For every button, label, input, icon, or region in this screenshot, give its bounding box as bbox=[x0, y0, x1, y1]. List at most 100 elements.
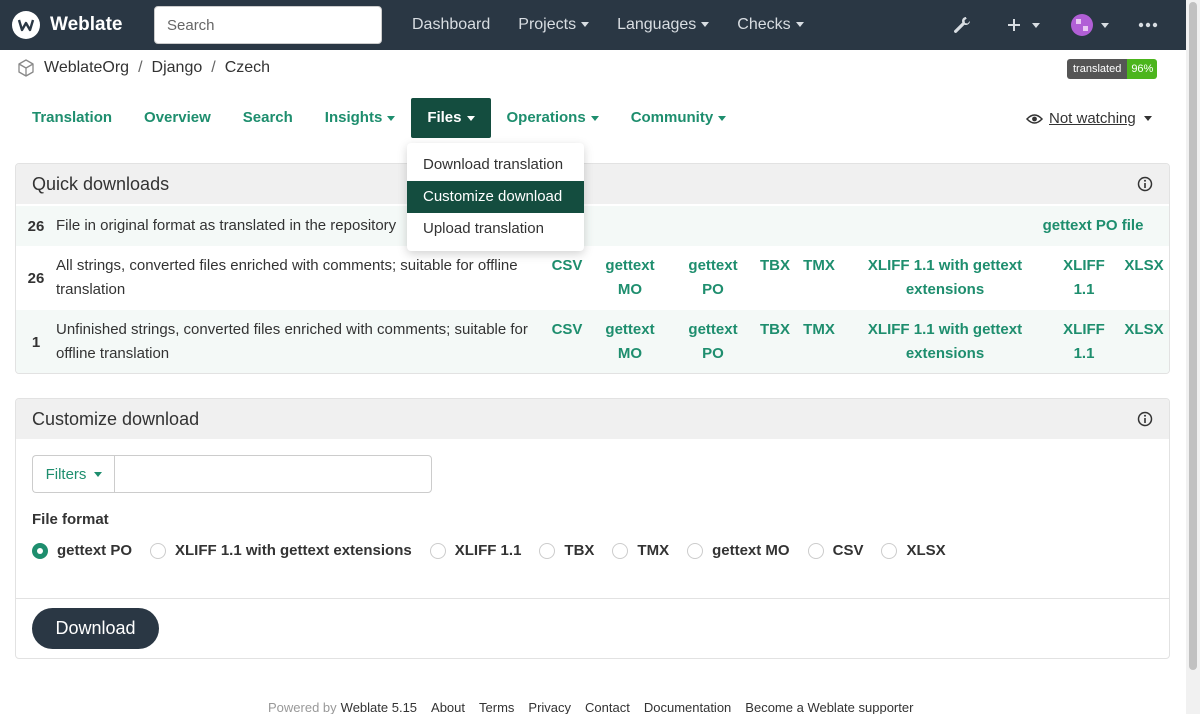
radio-button[interactable] bbox=[612, 542, 629, 559]
breadcrumb-project-group[interactable]: WeblateOrg bbox=[44, 59, 129, 77]
download-link-xliff-gettext[interactable]: XLIFF 1.1 with gettext extensions bbox=[866, 254, 1024, 302]
footer-supporter-link[interactable]: Become a Weblate supporter bbox=[745, 700, 913, 714]
search-input[interactable] bbox=[154, 6, 382, 44]
tab-search[interactable]: Search bbox=[227, 98, 309, 138]
tab-community-label: Community bbox=[630, 109, 714, 126]
footer-version-link[interactable]: Weblate 5.15 bbox=[341, 700, 417, 714]
radio-xliff-gettext[interactable]: XLIFF 1.1 with gettext extensions bbox=[150, 542, 412, 559]
download-button[interactable]: Download bbox=[32, 608, 159, 649]
menu-item-download-translation[interactable]: Download translation bbox=[407, 149, 584, 181]
string-count: 26 bbox=[27, 269, 45, 287]
add-menu-button[interactable] bbox=[1006, 17, 1040, 33]
radio-button[interactable] bbox=[429, 542, 446, 559]
radio-tmx[interactable]: TMX bbox=[612, 542, 669, 559]
nav-languages[interactable]: Languages bbox=[603, 16, 723, 34]
translation-status-badge: translated 96% bbox=[1067, 59, 1158, 79]
file-format-label: File format bbox=[32, 511, 109, 528]
radio-label: gettext MO bbox=[712, 542, 790, 559]
radio-button[interactable] bbox=[687, 542, 704, 559]
radio-label: gettext PO bbox=[57, 542, 133, 559]
download-link-gettext-mo[interactable]: gettext MO bbox=[598, 254, 662, 302]
nav-projects-label: Projects bbox=[518, 16, 577, 33]
radio-gettext-mo[interactable]: gettext MO bbox=[687, 542, 790, 559]
plus-icon bbox=[1008, 19, 1020, 31]
powered-by-text: Powered by bbox=[268, 700, 337, 714]
download-link-gettext-mo[interactable]: gettext MO bbox=[598, 318, 662, 366]
radio-xliff[interactable]: XLIFF 1.1 bbox=[429, 542, 522, 559]
radio-button-checked[interactable] bbox=[32, 542, 48, 559]
download-link-xliff-gettext[interactable]: XLIFF 1.1 with gettext extensions bbox=[866, 318, 1024, 366]
nav-dashboard[interactable]: Dashboard bbox=[398, 16, 504, 34]
download-link-xliff[interactable]: XLIFF 1.1 bbox=[1056, 254, 1112, 302]
brand-link[interactable]: Weblate bbox=[12, 11, 123, 39]
footer-privacy-link[interactable]: Privacy bbox=[528, 700, 571, 714]
download-link-tbx[interactable]: TBX bbox=[756, 318, 794, 342]
quick-downloads-header: Quick downloads bbox=[16, 164, 1169, 204]
nav-checks[interactable]: Checks bbox=[723, 16, 817, 34]
info-icon[interactable] bbox=[1137, 411, 1153, 427]
radio-label: XLSX bbox=[906, 542, 946, 559]
weblate-logo-icon bbox=[12, 11, 40, 39]
caret-down-icon bbox=[718, 115, 727, 121]
tab-community[interactable]: Community bbox=[615, 98, 743, 138]
more-menu-icon[interactable] bbox=[1138, 22, 1158, 28]
download-link-xliff[interactable]: XLIFF 1.1 bbox=[1056, 318, 1112, 366]
footer-about-link[interactable]: About bbox=[431, 700, 465, 714]
page-scrollbar[interactable] bbox=[1186, 0, 1200, 714]
caret-down-icon bbox=[701, 22, 710, 28]
quick-downloads-panel: Quick downloads 26 File in original form… bbox=[15, 163, 1170, 374]
radio-button[interactable] bbox=[150, 542, 167, 559]
download-link-gettext-po[interactable]: gettext PO bbox=[682, 318, 744, 366]
download-link-tbx[interactable]: TBX bbox=[756, 254, 794, 278]
files-dropdown-menu: Download translation Customize download … bbox=[407, 143, 584, 251]
radio-button[interactable] bbox=[539, 542, 556, 559]
eye-icon bbox=[1026, 113, 1043, 124]
caret-down-icon bbox=[94, 471, 103, 477]
project-cube-icon bbox=[18, 59, 34, 77]
download-link-gettext-po-file[interactable]: gettext PO file bbox=[1032, 214, 1154, 238]
footer-terms-link[interactable]: Terms bbox=[479, 700, 514, 714]
radio-label: TBX bbox=[564, 542, 595, 559]
tab-operations[interactable]: Operations bbox=[491, 98, 615, 138]
download-link-gettext-po[interactable]: gettext PO bbox=[682, 254, 744, 302]
breadcrumb-separator: / bbox=[138, 59, 143, 76]
panel-footer: Download bbox=[16, 598, 1169, 658]
nav-projects[interactable]: Projects bbox=[504, 16, 603, 34]
info-icon[interactable] bbox=[1137, 176, 1153, 192]
caret-down-icon bbox=[1032, 22, 1040, 28]
menu-item-customize-download[interactable]: Customize download bbox=[407, 181, 584, 213]
radio-label: XLIFF 1.1 bbox=[454, 542, 522, 559]
scrollbar-thumb[interactable] bbox=[1189, 2, 1197, 670]
download-link-csv[interactable]: CSV bbox=[546, 318, 588, 342]
user-menu-button[interactable] bbox=[1071, 14, 1109, 36]
tab-files[interactable]: Files bbox=[411, 98, 491, 138]
table-row: 1 Unfinished strings, converted files en… bbox=[16, 310, 1169, 373]
caret-down-icon bbox=[581, 22, 590, 28]
radio-gettext-po[interactable]: gettext PO bbox=[32, 542, 132, 559]
wrench-icon[interactable] bbox=[952, 15, 972, 35]
breadcrumb-language[interactable]: Czech bbox=[225, 59, 270, 77]
tab-translation[interactable]: Translation bbox=[16, 98, 128, 138]
download-link-tmx[interactable]: TMX bbox=[800, 254, 838, 278]
radio-xlsx[interactable]: XLSX bbox=[881, 542, 946, 559]
radio-button[interactable] bbox=[807, 542, 824, 559]
radio-tbx[interactable]: TBX bbox=[539, 542, 594, 559]
tab-overview[interactable]: Overview bbox=[128, 98, 227, 138]
radio-csv[interactable]: CSV bbox=[807, 542, 863, 559]
filters-dropdown-button[interactable]: Filters bbox=[32, 455, 115, 493]
breadcrumb-project[interactable]: Django bbox=[152, 59, 203, 77]
component-tabs: Translation Overview Search Insights Fil… bbox=[16, 98, 742, 138]
tab-insights[interactable]: Insights bbox=[309, 98, 412, 138]
footer-documentation-link[interactable]: Documentation bbox=[644, 700, 731, 714]
footer-contact-link[interactable]: Contact bbox=[585, 700, 630, 714]
menu-item-upload-translation[interactable]: Upload translation bbox=[407, 213, 584, 245]
download-link-csv[interactable]: CSV bbox=[546, 254, 588, 278]
filter-query-textarea[interactable] bbox=[114, 455, 432, 493]
download-link-xlsx[interactable]: XLSX bbox=[1122, 318, 1166, 342]
download-link-xlsx[interactable]: XLSX bbox=[1122, 254, 1166, 278]
download-link-tmx[interactable]: TMX bbox=[800, 318, 838, 342]
avatar bbox=[1071, 14, 1093, 36]
radio-button[interactable] bbox=[881, 542, 898, 559]
watch-toggle-button[interactable]: Not watching bbox=[1026, 110, 1152, 127]
tab-insights-label: Insights bbox=[324, 109, 383, 126]
